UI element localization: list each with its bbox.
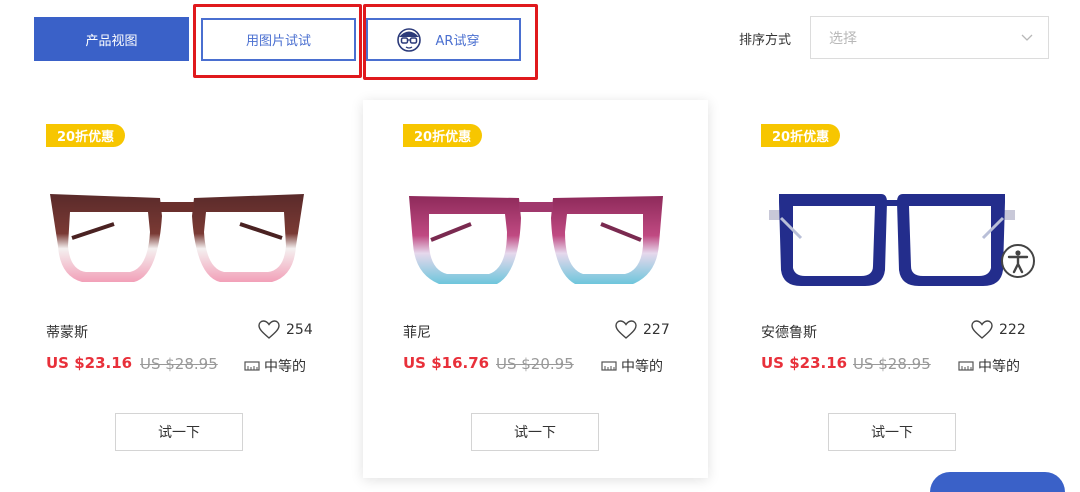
sort-placeholder: 选择	[829, 30, 857, 47]
original-price: US $28.95	[853, 355, 931, 373]
try-on-button[interactable]: 试一下	[471, 413, 599, 451]
like-count: 227	[643, 322, 670, 338]
try-on-button[interactable]: 试一下	[828, 413, 956, 451]
favorite-button[interactable]: 222	[971, 320, 1026, 340]
product-card[interactable]: 20折优惠 蒂蒙斯 254 US $23.16 US $28.95 中等的 试一…	[34, 100, 379, 478]
ruler-icon	[958, 361, 974, 371]
heart-icon	[971, 320, 993, 339]
like-count: 222	[999, 322, 1026, 338]
product-image	[769, 194, 1015, 286]
frame-size-label: 中等的	[978, 359, 1020, 375]
frame-size-label: 中等的	[621, 359, 663, 375]
product-name: 菲尼	[403, 325, 431, 341]
sale-price: US $23.16	[46, 354, 133, 372]
ar-try-on-label: AR试穿	[435, 34, 480, 49]
frame-size: 中等的	[244, 356, 306, 376]
sort-select[interactable]: 选择	[810, 16, 1049, 59]
frame-size: 中等的	[601, 356, 663, 376]
sale-price: US $23.16	[761, 354, 848, 372]
original-price: US $28.95	[140, 355, 218, 373]
sale-price: US $16.76	[403, 354, 490, 372]
ruler-icon	[244, 361, 260, 371]
discount-badge: 20折优惠	[761, 124, 841, 147]
face-with-glasses-icon	[396, 27, 421, 52]
like-count: 254	[286, 322, 313, 338]
discount-badge: 20折优惠	[46, 124, 126, 147]
heart-icon	[615, 320, 637, 339]
discount-badge: 20折优惠	[403, 124, 483, 147]
product-name: 安德鲁斯	[761, 325, 817, 341]
try-on-button[interactable]: 试一下	[115, 413, 243, 451]
tab-product-view[interactable]: 产品视图	[34, 17, 189, 61]
tab-try-with-photo[interactable]: 用图片试试	[201, 18, 356, 61]
ruler-icon	[601, 361, 617, 371]
favorite-button[interactable]: 254	[258, 320, 313, 340]
frame-size-label: 中等的	[264, 359, 306, 375]
original-price: US $20.95	[496, 355, 574, 373]
product-image	[50, 194, 304, 282]
accessibility-icon[interactable]	[1000, 243, 1036, 279]
product-name: 蒂蒙斯	[46, 325, 88, 341]
heart-icon	[258, 320, 280, 339]
favorite-button[interactable]: 227	[615, 320, 670, 340]
chevron-down-icon	[1021, 34, 1033, 41]
frame-size: 中等的	[958, 356, 1020, 376]
sort-label: 排序方式	[739, 33, 792, 48]
product-card[interactable]: 20折优惠 安德鲁斯 222 US $23.16 US $28.95 中等的 试…	[721, 100, 1061, 478]
chat-button[interactable]	[930, 472, 1065, 492]
tab-ar-try-on[interactable]: AR试穿	[366, 18, 521, 61]
product-card[interactable]: 20折优惠 菲尼 227 US $16.76 US $20.95 中等的 试一下	[363, 100, 708, 478]
product-image	[409, 196, 663, 284]
